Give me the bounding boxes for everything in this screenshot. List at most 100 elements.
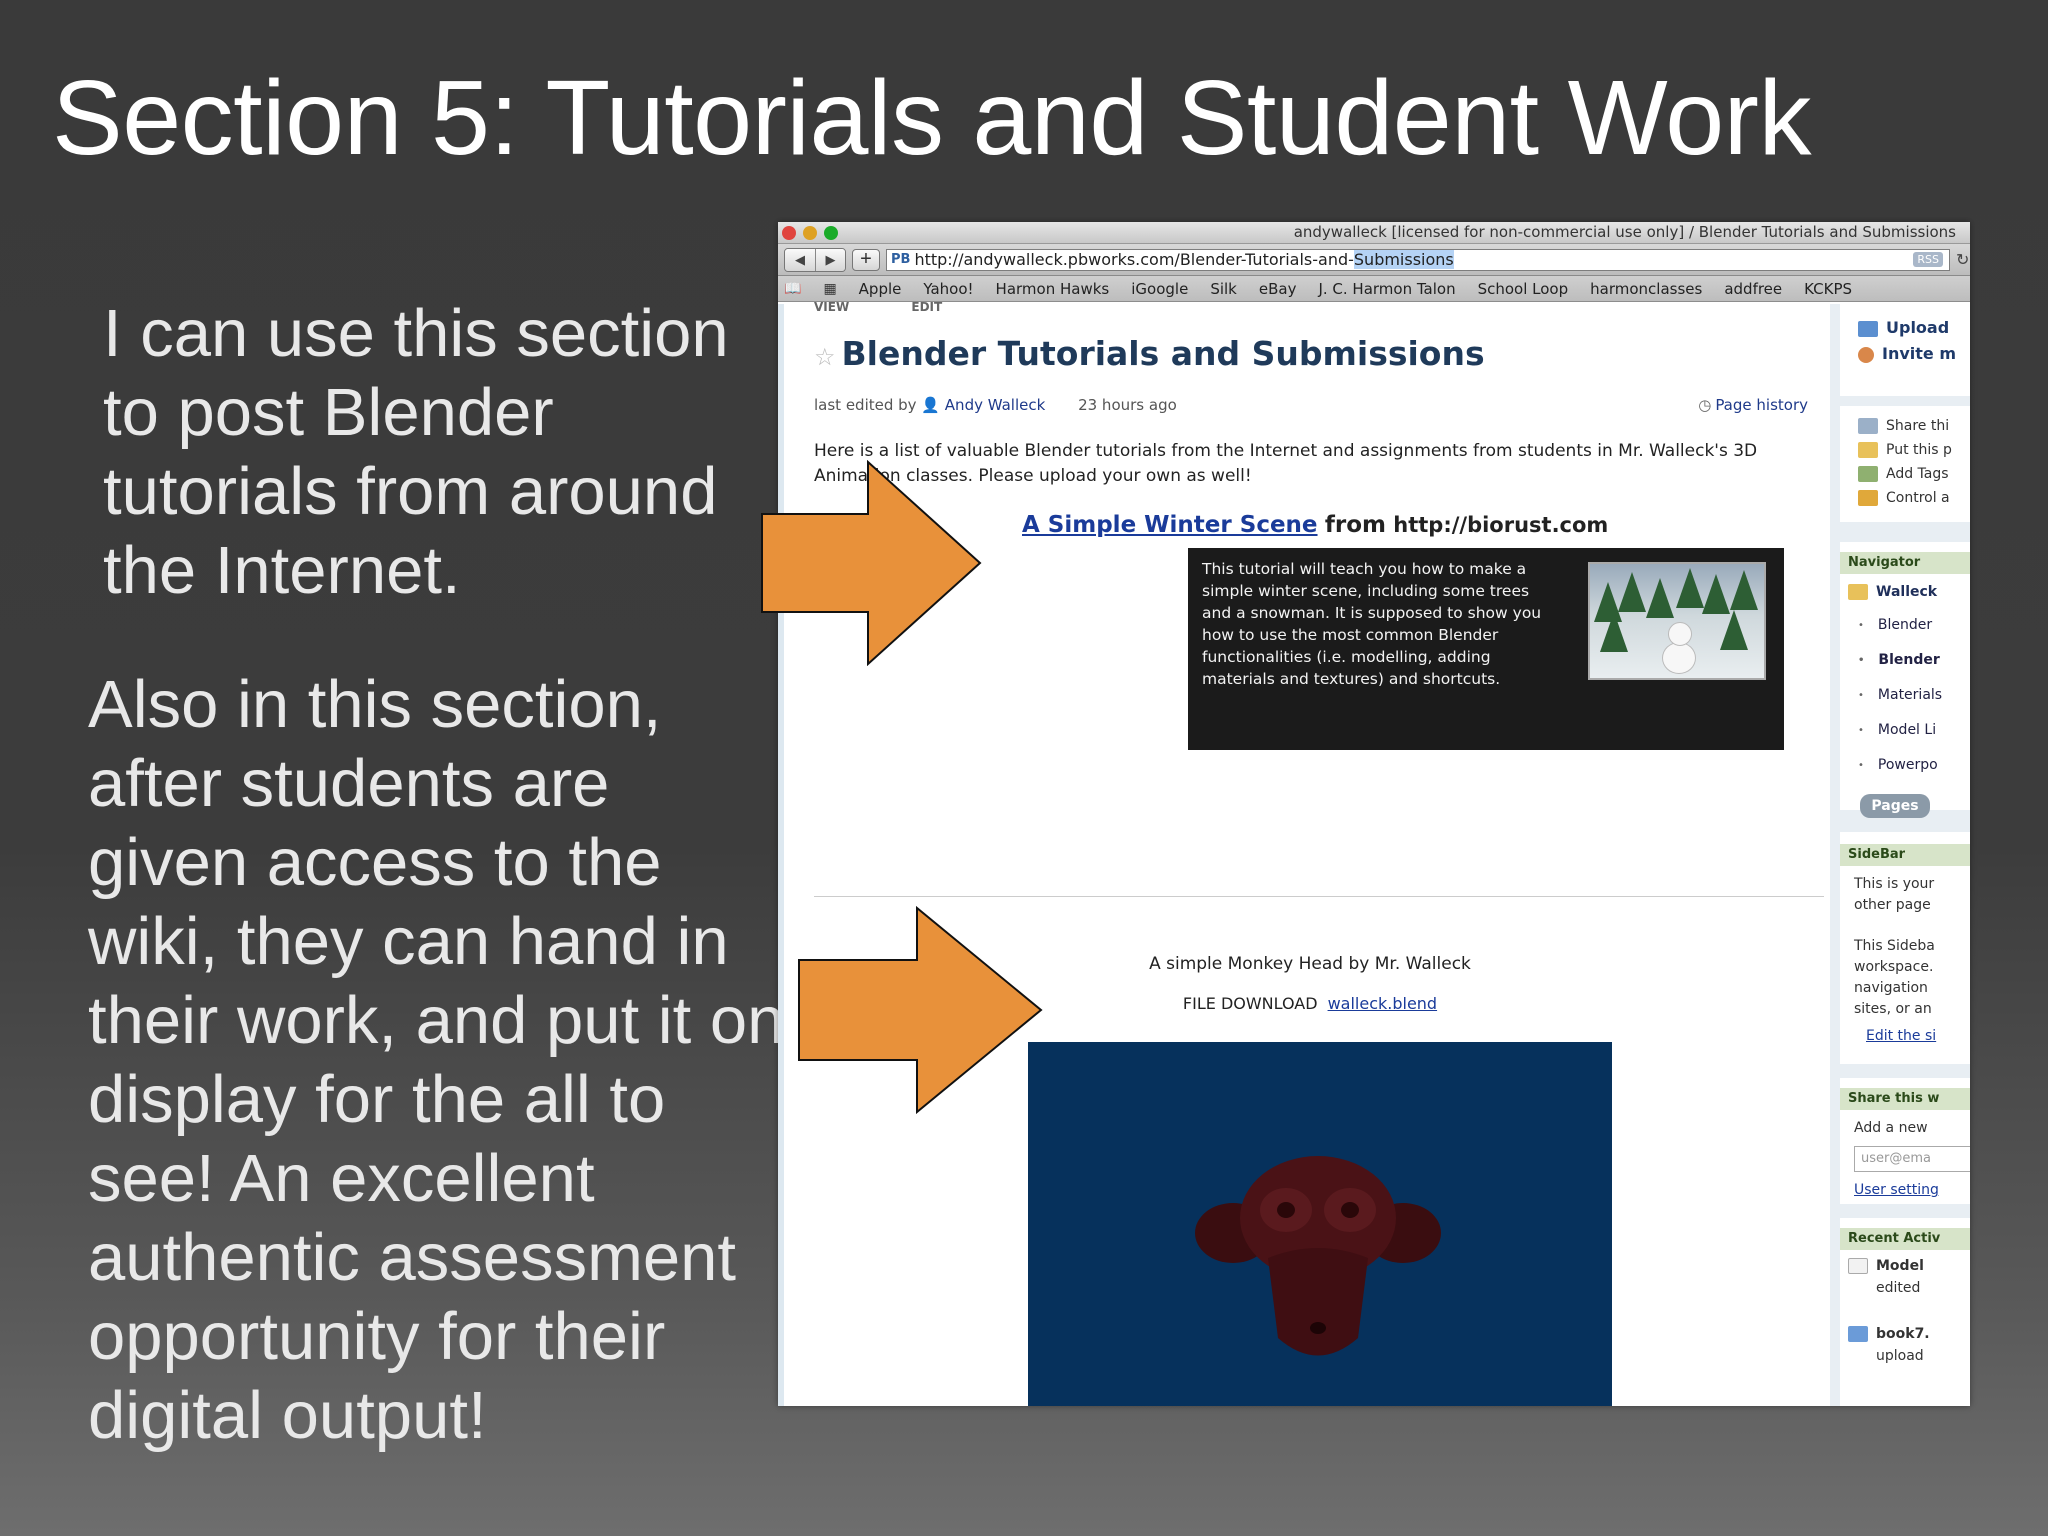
nav-folder-label: Walleck [1876,584,1938,600]
tag-icon [1858,466,1878,482]
share-link[interactable]: Share thi [1858,418,1949,434]
author-link[interactable]: Andy Walleck [945,396,1046,414]
share-label: Share thi [1886,418,1950,434]
winter-scene-thumbnail[interactable] [1588,562,1766,680]
clock-icon: ◷ [1698,396,1712,414]
site-favicon: PB [891,252,911,267]
add-bookmark-button[interactable]: + [852,248,880,271]
upload-label: Upload [1886,318,1950,337]
bookmark-kckps[interactable]: KCKPS [1804,280,1852,298]
book-icon[interactable]: 📖 [784,281,801,297]
reload-icon[interactable]: ↻ [1956,250,1970,270]
recent-activity-header: Recent Activ [1840,1228,1970,1250]
tab-view[interactable]: VIEW [814,300,849,314]
minimize-window-button[interactable] [803,226,817,240]
page-edit-icon [1848,1258,1868,1274]
tutorial-source: http://biorust.com [1393,513,1609,537]
tutorial-from: from [1324,512,1386,538]
browser-toolbar: ◀ ▶ + PB http://andywalleck.pbworks.com/… [778,244,1970,276]
sidebar-actions: Upload Invite m [1840,304,1970,396]
bookmark-yahoo[interactable]: Yahoo! [923,280,973,298]
grid-icon[interactable]: ▦ [823,281,836,297]
nav-item[interactable]: Model Li [1858,722,1936,738]
bookmark-jc-harmon-talon[interactable]: J. C. Harmon Talon [1318,280,1455,298]
tab-edit[interactable]: EDIT [911,300,942,314]
envelope-icon [1858,418,1878,434]
recent-item[interactable]: book7. [1848,1326,1930,1342]
nav-item[interactable]: Blender [1858,652,1939,668]
address-bar[interactable]: PB http://andywalleck.pbworks.com/Blende… [886,248,1950,271]
email-field[interactable]: user@ema [1854,1146,1970,1172]
bookmark-addfree[interactable]: addfree [1724,280,1782,298]
section-divider [814,896,1824,897]
paragraph-student-work: Also in this section, after students are… [88,667,785,1453]
arrow-pointer-tutorial [761,460,982,666]
rss-badge[interactable]: RSS [1913,251,1943,267]
sidebar-text: other page [1854,897,1931,913]
bookmark-apple[interactable]: Apple [859,280,902,298]
page-history-link[interactable]: ◷ Page history [1698,396,1808,414]
folder-icon [1858,442,1878,458]
tutorial-heading: A Simple Winter Scene from http://biorus… [1022,512,1608,538]
add-tags-link[interactable]: Add Tags [1858,466,1949,482]
control-link[interactable]: Control a [1858,490,1950,506]
user-icon: 👤 [921,396,941,414]
upload-icon [1858,320,1878,337]
url-selected-text: Submissions [1353,250,1454,269]
monkey-head-image [1195,1156,1441,1356]
file-upload-icon [1848,1326,1868,1342]
nav-item[interactable]: Powerpo [1858,757,1938,773]
user-settings-link[interactable]: User setting [1854,1182,1939,1198]
nav-item[interactable]: Materials [1858,687,1942,703]
page-history-label: Page history [1715,396,1808,414]
bookmark-ebay[interactable]: eBay [1259,280,1297,298]
close-window-button[interactable] [782,226,796,240]
paragraph-tutorials: I can use this section to post Blender t… [103,296,729,608]
page-tabs: VIEW EDIT [814,300,1000,314]
tutorial-box[interactable]: This tutorial will teach you how to make… [1188,548,1784,750]
nav-item[interactable]: Blender [1858,617,1932,633]
sidebar-text: workspace. [1854,959,1934,975]
zoom-window-button[interactable] [824,226,838,240]
sidebar-text: sites, or an [1854,1001,1932,1017]
invite-link[interactable]: Invite m [1858,344,1956,363]
window-titlebar: andywalleck [licensed for non-commercial… [778,222,1970,244]
browser-window: andywalleck [licensed for non-commercial… [778,222,1970,1406]
bookmark-silk[interactable]: Silk [1210,280,1237,298]
back-button[interactable]: ◀ [785,248,815,271]
tutorial-description: This tutorial will teach you how to make… [1202,560,1542,688]
page-heading: ☆ Blender Tutorials and Submissions [814,334,1485,373]
put-link[interactable]: Put this p [1858,442,1952,458]
add-new-label: Add a new [1854,1120,1928,1136]
upload-link[interactable]: Upload [1858,318,1949,337]
sidebar-text: This Sideba [1854,938,1935,954]
monkey-render[interactable] [1028,1042,1612,1406]
sidebar: Upload Invite m Share thi Put this p Add… [1830,304,1970,1406]
download-label: FILE DOWNLOAD [1182,994,1318,1013]
recent-item-sub: edited [1876,1280,1921,1296]
sidebar-page-actions: Share thi Put this p Add Tags Control a [1840,406,1970,522]
bookmark-school-loop[interactable]: School Loop [1478,280,1569,298]
recent-item[interactable]: Model [1848,1258,1924,1274]
page-heading-text: Blender Tutorials and Submissions [841,334,1485,373]
last-edited-label: last edited by [814,396,917,414]
bookmark-harmonclasses[interactable]: harmonclasses [1590,280,1702,298]
nav-folder[interactable]: Walleck [1848,584,1937,600]
arrow-pointer-student-work [798,906,1043,1114]
tags-label: Add Tags [1886,466,1949,482]
edit-info: last edited by 👤 Andy Walleck 23 hours a… [814,396,1824,414]
bookmark-harmon-hawks[interactable]: Harmon Hawks [996,280,1110,298]
recent-item-sub: upload [1876,1348,1924,1364]
bookmarks-bar: 📖 ▦ Apple Yahoo! Harmon Hawks iGoogle Si… [778,276,1970,302]
share-header: Share this w [1840,1088,1970,1110]
edited-time: 23 hours ago [1078,396,1177,414]
tutorial-link[interactable]: A Simple Winter Scene [1022,512,1318,538]
bookmark-igoogle[interactable]: iGoogle [1131,280,1188,298]
forward-button[interactable]: ▶ [815,248,845,271]
window-title: andywalleck [licensed for non-commercial… [1293,223,1956,241]
edit-sidebar-link[interactable]: Edit the si [1866,1028,1936,1044]
folder-icon [1848,584,1868,600]
star-icon[interactable]: ☆ [814,343,836,371]
download-link[interactable]: walleck.blend [1328,994,1438,1013]
pages-button[interactable]: Pages [1860,794,1930,818]
